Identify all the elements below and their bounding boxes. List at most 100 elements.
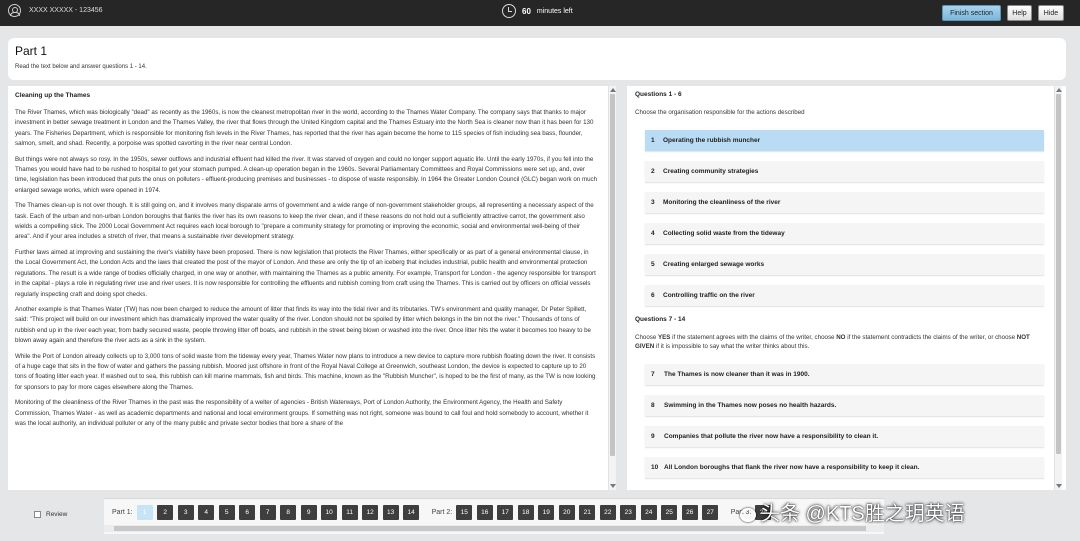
question-text: All London boroughs that flank the river… — [664, 463, 920, 471]
question-number: 2 — [651, 167, 655, 175]
question-item-8[interactable]: 8 Swimming in the Thames now poses no he… — [645, 394, 1044, 416]
passage-paragraph: Monitoring of the cleanliness of the Riv… — [15, 399, 589, 427]
question-item-4[interactable]: 4 Collecting solid waste from the tidewa… — [645, 222, 1044, 244]
part-1-label: Part 1: — [112, 509, 133, 516]
question-item-3[interactable]: 3 Monitoring the cleanliness of the rive… — [645, 191, 1044, 213]
scroll-up-arrow-icon[interactable] — [1056, 88, 1062, 92]
question-number: 6 — [651, 291, 655, 299]
top-bar: XXXX XXXXX - 123456 60 minutes left Fini… — [0, 0, 1080, 26]
watermark: 头条 @KTS胜之玥英语 — [740, 497, 965, 526]
question-text: Collecting solid waste from the tideway — [663, 229, 785, 237]
timer-value: 60 — [522, 6, 531, 16]
question-nav-button-5[interactable]: 5 — [218, 505, 235, 520]
clock-icon — [502, 4, 516, 18]
question-text: Creating enlarged sewage works — [663, 260, 765, 268]
question-nav-button-9[interactable]: 9 — [300, 505, 317, 520]
question-nav-button-2[interactable]: 2 — [157, 505, 174, 520]
question-nav-button-12[interactable]: 12 — [362, 505, 379, 520]
review-toggle[interactable]: Review — [34, 511, 67, 518]
question-nav-button-1[interactable]: 1 — [136, 505, 153, 520]
question-number: 4 — [651, 229, 655, 237]
question-nav-button-8[interactable]: 8 — [280, 505, 297, 520]
questions-scrollbar[interactable] — [1054, 86, 1062, 490]
question-item-1[interactable]: 1 Operating the rubbish muncher — [645, 129, 1044, 151]
question-text: Operating the rubbish muncher — [663, 136, 761, 144]
question-nav-button-15[interactable]: 15 — [456, 505, 473, 520]
timer-suffix: minutes left — [536, 7, 573, 15]
question-nav-button-25[interactable]: 25 — [661, 505, 678, 520]
candidate-info: XXXX XXXXX - 123456 — [8, 4, 103, 17]
nav-scroll-thumb[interactable] — [114, 526, 866, 531]
question-nav-button-20[interactable]: 20 — [558, 505, 575, 520]
question-nav-button-18[interactable]: 18 — [517, 505, 534, 520]
passage-paragraph: But things were not always so rosy. In t… — [15, 155, 598, 194]
scroll-down-arrow-icon[interactable] — [1056, 484, 1062, 488]
question-item-7[interactable]: 7 The Thames is now cleaner than it was … — [645, 363, 1044, 385]
question-group-title: Questions 7 - 14 — [635, 315, 686, 323]
hide-button[interactable]: Hide — [1038, 5, 1064, 21]
scroll-up-arrow-icon[interactable] — [610, 88, 616, 92]
yes-keyword: YES — [658, 333, 671, 341]
question-item-10[interactable]: 10 All London boroughs that flank the ri… — [645, 456, 1044, 478]
question-nav-button-26[interactable]: 26 — [681, 505, 698, 520]
user-icon — [8, 4, 21, 17]
nav-scrollbar[interactable] — [104, 525, 884, 532]
scroll-down-arrow-icon[interactable] — [610, 484, 616, 488]
question-number: 8 — [651, 401, 655, 409]
part-header: Part 1 Read the text below and answer qu… — [8, 38, 1066, 80]
question-nav-button-7[interactable]: 7 — [259, 505, 276, 520]
question-nav-button-10[interactable]: 10 — [321, 505, 338, 520]
question-nav-button-19[interactable]: 19 — [538, 505, 555, 520]
reading-panel[interactable]: Cleaning up the Thames The River Thames,… — [8, 86, 616, 490]
question-nav-button-27[interactable]: 27 — [702, 505, 719, 520]
question-number: 5 — [651, 260, 655, 268]
question-item-9[interactable]: 9 Companies that pollute the river now h… — [645, 425, 1044, 447]
question-text: Controlling traffic on the river — [663, 291, 755, 299]
part-2-label: Part 2: — [431, 509, 453, 516]
question-text: Creating community strategies — [663, 167, 759, 175]
question-nav-button-3[interactable]: 3 — [177, 505, 194, 520]
question-number: 9 — [651, 432, 655, 440]
part-title: Part 1 — [15, 44, 48, 58]
question-nav-button-4[interactable]: 4 — [198, 505, 215, 520]
timer: 60 minutes left — [502, 4, 573, 18]
watermark-text: 头条 @KTS胜之玥英语 — [760, 503, 965, 525]
question-item-5[interactable]: 5 Creating enlarged sewage works — [645, 253, 1044, 275]
question-nav-button-23[interactable]: 23 — [620, 505, 637, 520]
question-nav-button-13[interactable]: 13 — [382, 505, 399, 520]
question-nav-button-17[interactable]: 17 — [497, 505, 514, 520]
questions-panel[interactable]: Questions 1 - 6 Choose the organisation … — [627, 86, 1066, 490]
question-nav-button-6[interactable]: 6 — [239, 505, 256, 520]
question-nav-button-11[interactable]: 11 — [341, 505, 358, 520]
candidate-id: XXXX XXXXX - 123456 — [29, 7, 103, 14]
question-nav-button-16[interactable]: 16 — [476, 505, 493, 520]
part-instruction: Read the text below and answer questions… — [15, 64, 147, 70]
question-number: 3 — [651, 198, 655, 206]
passage-paragraph: The Thames clean-up is not over though. … — [15, 202, 594, 241]
question-nav-button-21[interactable]: 21 — [579, 505, 596, 520]
question-text: The Thames is now cleaner than it was in… — [664, 370, 810, 378]
question-nav-row: Part 1: 1 2 3 4 5 6 7 8 9 10 11 12 13 14 Part 2: 15 16 17 1… — [104, 505, 776, 520]
finish-section-button[interactable]: Finish section — [942, 5, 1001, 21]
reading-scrollbar[interactable] — [608, 86, 616, 490]
help-button[interactable]: Help — [1007, 5, 1032, 21]
review-checkbox[interactable] — [34, 511, 41, 518]
question-text: Companies that pollute the river now hav… — [664, 432, 879, 440]
question-number: 1 — [651, 136, 655, 144]
question-number: 10 — [651, 463, 659, 471]
question-text: Swimming in the Thames now poses no heal… — [664, 401, 837, 409]
questions-scroll-thumb[interactable] — [1056, 94, 1061, 454]
no-keyword: NO — [836, 333, 846, 341]
question-nav-button-14[interactable]: 14 — [403, 505, 420, 520]
question-text: Monitoring the cleanliness of the river — [663, 198, 781, 206]
question-group-title: Questions 1 - 6 — [635, 91, 682, 98]
question-group-instruction: Choose the organisation responsible for … — [635, 109, 805, 116]
passage-title: Cleaning up the Thames — [15, 92, 91, 99]
question-nav-button-24[interactable]: 24 — [640, 505, 657, 520]
question-item-2[interactable]: 2 Creating community strategies — [645, 160, 1044, 182]
question-item-6[interactable]: 6 Controlling traffic on the river — [645, 284, 1044, 306]
question-nav-button-22[interactable]: 22 — [599, 505, 616, 520]
watermark-logo-icon — [740, 507, 756, 522]
reading-scroll-thumb[interactable] — [610, 94, 615, 456]
review-label: Review — [46, 511, 68, 518]
